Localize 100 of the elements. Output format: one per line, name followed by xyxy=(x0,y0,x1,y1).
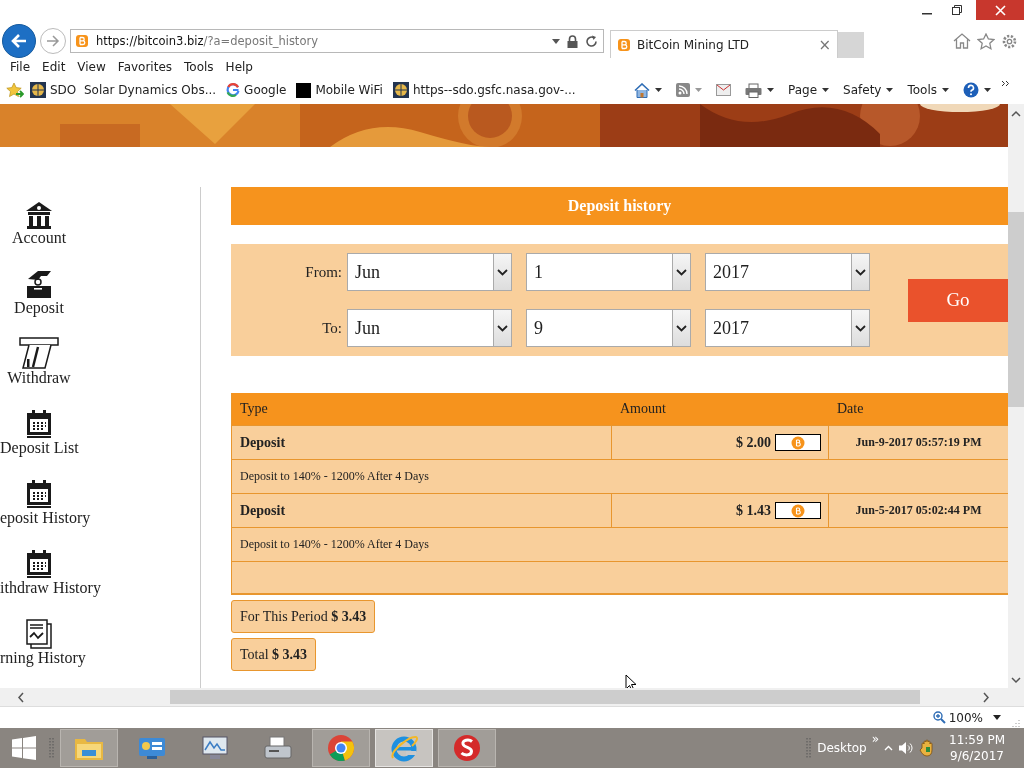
command-menu[interactable]: Tools xyxy=(903,83,953,97)
caret-icon[interactable] xyxy=(552,38,560,44)
home-icon[interactable] xyxy=(634,82,650,98)
close-icon[interactable] xyxy=(994,4,1006,16)
day-select[interactable]: 9 xyxy=(526,309,691,347)
caret-icon[interactable] xyxy=(984,88,991,92)
scroll-thumb[interactable] xyxy=(1008,212,1024,407)
mail-icon[interactable] xyxy=(716,84,731,96)
show-hidden-icons-icon[interactable] xyxy=(884,745,893,751)
home-icon[interactable] xyxy=(953,33,971,49)
back-button[interactable] xyxy=(2,24,36,58)
caret-icon[interactable] xyxy=(993,715,1001,720)
back-arrow-icon[interactable] xyxy=(10,32,28,50)
browser-icon[interactable] xyxy=(327,734,355,762)
menu-item[interactable]: Favorites xyxy=(111,60,179,74)
speaker-icon[interactable] xyxy=(898,741,914,755)
menu-item[interactable]: View xyxy=(71,60,112,74)
favorite-link[interactable]: https--sdo.gsfc.nasa.gov-... xyxy=(392,82,580,98)
sidebar-link[interactable]: Deposit xyxy=(14,299,64,317)
browser-tab[interactable]: BitCoin Mining LTD × xyxy=(610,30,838,58)
bank-icon[interactable] xyxy=(25,201,53,229)
hand-icon[interactable] xyxy=(919,739,936,757)
grip-handle[interactable] xyxy=(806,736,813,760)
favorite-link[interactable]: SDO Solar Dynamics Obs... xyxy=(30,82,221,98)
toolbar-expand[interactable]: » xyxy=(871,732,879,746)
caret-icon[interactable] xyxy=(942,88,949,92)
clock-date[interactable]: 9/6/2017 xyxy=(950,748,1004,764)
caret-icon[interactable] xyxy=(767,88,774,92)
go-button[interactable]: Go xyxy=(908,278,1008,322)
refresh-icon[interactable] xyxy=(585,34,598,48)
scroll-right-icon[interactable] xyxy=(982,691,990,703)
horizontal-scrollbar[interactable] xyxy=(0,688,1024,706)
desktop-toolbar[interactable]: Desktop xyxy=(817,741,867,755)
taskbar-app[interactable] xyxy=(438,729,496,767)
month-select[interactable]: Jun xyxy=(347,309,512,347)
card-slot-icon[interactable] xyxy=(19,337,59,369)
chart-document-icon[interactable] xyxy=(25,619,53,649)
calendar-icon[interactable] xyxy=(25,549,53,579)
scroll-up-icon[interactable] xyxy=(1011,110,1021,117)
sidebar-link[interactable]: Account xyxy=(11,229,67,247)
chevron-down-icon[interactable] xyxy=(497,268,508,276)
calendar-icon[interactable] xyxy=(25,479,53,509)
four-panes-icon[interactable] xyxy=(12,736,36,760)
sidebar-link[interactable]: rning History xyxy=(0,649,86,667)
zoom-icon[interactable] xyxy=(932,711,946,724)
sidebar-link[interactable]: ithdraw History xyxy=(0,579,101,597)
caret-icon[interactable] xyxy=(886,88,894,92)
amount-text: $ 2.00 xyxy=(736,434,771,451)
zoom-button[interactable]: 100% xyxy=(932,710,983,725)
chevron-down-icon[interactable] xyxy=(497,324,508,332)
favorite-link[interactable]: Mobile WiFi xyxy=(296,82,387,98)
fax-icon[interactable] xyxy=(263,735,293,761)
menu-item[interactable]: Tools xyxy=(178,60,220,74)
chevron-down-icon[interactable] xyxy=(855,268,866,276)
clock-time[interactable]: 11:59 PM xyxy=(949,732,1005,748)
hand-coin-icon[interactable] xyxy=(25,269,53,299)
caret-icon[interactable] xyxy=(822,88,830,92)
calendar-icon[interactable] xyxy=(25,409,53,439)
close-button[interactable] xyxy=(976,0,1024,20)
scroll-left-icon[interactable] xyxy=(17,691,25,703)
year-select[interactable]: 2017 xyxy=(705,253,870,291)
close-tab-button[interactable]: × xyxy=(818,35,831,54)
vertical-scrollbar[interactable] xyxy=(1008,104,1024,688)
chevron-down-icon[interactable] xyxy=(855,324,866,332)
grip-handle[interactable] xyxy=(49,736,55,760)
chevron-down-icon[interactable] xyxy=(676,324,687,332)
forward-arrow-icon[interactable] xyxy=(46,34,60,48)
rss-icon[interactable] xyxy=(676,83,690,97)
favorite-link[interactable]: Google xyxy=(226,83,291,97)
swirl-icon[interactable] xyxy=(453,734,481,762)
add-favorite-icon[interactable] xyxy=(6,81,24,99)
command-menu[interactable]: Page xyxy=(784,83,834,97)
printer-icon[interactable] xyxy=(745,82,762,98)
address-field[interactable]: https://bitcoin3.biz/?a=deposit_history xyxy=(70,29,604,53)
chevron-down-icon[interactable] xyxy=(676,268,687,276)
year-select[interactable]: 2017 xyxy=(705,309,870,347)
menu-item[interactable]: File xyxy=(4,60,37,74)
table-cell-text: Deposit to 140% - 1200% After 4 Days xyxy=(239,536,429,553)
resize-grip-icon[interactable] xyxy=(1011,718,1020,727)
taskbar-app[interactable] xyxy=(312,729,370,767)
control-panel-icon[interactable] xyxy=(137,735,167,761)
help-icon[interactable] xyxy=(963,82,979,98)
command-menu[interactable]: Safety xyxy=(839,83,898,97)
caret-icon[interactable] xyxy=(655,88,662,92)
to-label: To: xyxy=(321,319,342,337)
sidebar-link[interactable]: eposit History xyxy=(0,509,91,527)
day-select[interactable]: 1 xyxy=(526,253,691,291)
month-select[interactable]: Jun xyxy=(347,253,512,291)
chevron-icon[interactable] xyxy=(1001,80,1010,87)
menu-item[interactable]: Edit xyxy=(36,60,72,74)
sidebar-link[interactable]: Withdraw xyxy=(7,369,71,387)
menu-item[interactable]: Help xyxy=(219,60,259,74)
chart-monitor-icon[interactable] xyxy=(200,735,230,761)
star-icon[interactable] xyxy=(977,32,995,50)
settings-icon[interactable] xyxy=(1001,32,1018,50)
from-label: From: xyxy=(304,263,342,281)
sidebar-link[interactable]: Deposit List xyxy=(0,439,79,457)
scroll-thumb[interactable] xyxy=(170,690,920,704)
scroll-down-icon[interactable] xyxy=(1011,677,1021,684)
restore-icon[interactable] xyxy=(952,5,962,15)
